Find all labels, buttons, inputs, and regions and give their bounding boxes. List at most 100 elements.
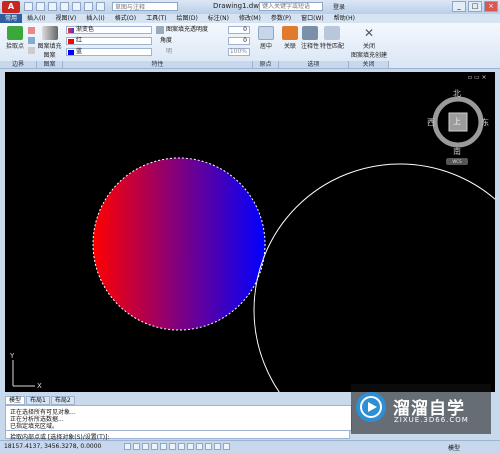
ortho-mode-icon[interactable] [142,443,149,450]
menu-bar: 常用 插入(I) 视图(V) 插入(I) 格式(O) 工具(T) 绘图(D) 标… [0,14,500,23]
menu-item-parameters[interactable]: 参数(P) [266,14,296,23]
pick-points-button[interactable]: 拾取点 [3,26,27,50]
snap-mode-icon[interactable] [124,443,131,450]
watermark-subtitle: ZIXUE.3D66.COM [394,416,469,424]
polar-tracking-icon[interactable] [151,443,158,450]
object-snap-tracking-icon[interactable] [178,443,185,450]
open-file-icon[interactable] [36,2,45,11]
close-panel-footer[interactable]: 关闭 [349,61,389,68]
associative-label: 关联 [283,43,296,50]
model-space-button[interactable]: 模型 [448,443,460,452]
tab-layout1[interactable]: 布局1 [26,395,50,405]
menu-item-help[interactable]: 帮助(H) [329,14,360,23]
close-button[interactable]: × [484,1,498,12]
recreate-boundary-icon[interactable] [28,47,35,54]
application-menu-button[interactable]: A [2,1,20,13]
print-icon[interactable] [72,2,81,11]
gradient-color1-dropdown[interactable]: 红 [66,37,152,45]
minimize-button[interactable]: _ [452,1,466,12]
undo-icon[interactable] [84,2,93,11]
hatch-type-dropdown[interactable]: 渐变色 [66,26,152,34]
hatch-pattern-button[interactable]: 图案填充 图案 [37,26,62,59]
save-icon[interactable] [48,2,57,11]
ucs-x-label: X [37,382,42,390]
gradient-filled-circle[interactable] [92,157,266,331]
redo-icon[interactable] [96,2,105,11]
pattern-panel-footer[interactable]: 图案 [37,61,63,68]
associative-button[interactable]: 关联 [280,26,300,50]
angle-label: 角度 [160,37,173,44]
compass-south[interactable]: 南 [453,146,461,157]
drawing-viewport[interactable]: Y X [5,72,495,392]
viewcube-top-face[interactable]: 上 [453,116,461,127]
origin-panel-footer[interactable]: 原点 [253,61,279,68]
command-line-input[interactable]: 拾取内部点或 [选择对象(S)/设置(T)]: [5,430,350,441]
menu-item-insert[interactable]: 插入(I) [22,14,50,23]
match-properties-icon [324,26,340,40]
menu-home-tab[interactable]: 常用 [0,14,23,23]
menu-item-tools[interactable]: 工具(T) [141,14,171,23]
menu-item-insert-2[interactable]: 插入(I) [81,14,109,23]
wcs-menu[interactable]: WCS [446,158,468,165]
menu-item-format[interactable]: 格式(O) [110,14,141,23]
properties-panel-footer[interactable]: 特性 [63,61,253,68]
remove-boundaries-icon[interactable] [28,37,35,44]
menu-item-modify[interactable]: 修改(M) [234,14,266,23]
select-objects-icon[interactable] [28,27,35,34]
workspace-switcher[interactable]: 草图与注释 [112,2,178,11]
pattern-label-2: 图案 [43,52,56,59]
title-bar: A 草图与注释 Drawing1.dwg 键入关键字或短语 登录 _ □ × [0,0,500,15]
transparency-input[interactable]: 0 [228,26,250,34]
command-history: 正在选择所有可见对象... 正在分析所选数据... 已指定填充区域。 [5,405,352,431]
close-label-1: 关闭 [362,43,375,50]
annotative-label: 注释性 [300,43,319,50]
close-x-icon: ✕ [363,26,375,40]
compass-west[interactable]: 西 [427,117,435,128]
login-button[interactable]: 登录 [333,2,345,11]
match-properties-label: 特性匹配 [320,43,345,50]
pattern-swatch-icon [41,26,58,40]
3d-object-snap-icon[interactable] [169,443,176,450]
layout-tabs: 模型 布局1 布局2 [5,395,76,405]
transparency-label: 图案填充透明度 [166,26,209,33]
watermark-logo-icon [356,392,386,422]
outline-circle[interactable] [253,163,495,392]
angle-input[interactable]: 0 [228,37,250,45]
menu-item-view[interactable]: 视图(V) [50,14,81,23]
dynamic-input-icon[interactable] [196,443,203,450]
lineweight-icon[interactable] [205,443,212,450]
tab-model[interactable]: 模型 [5,395,26,405]
tint-label: 明 [166,48,173,55]
menu-item-window[interactable]: 窗口(W) [296,14,329,23]
menu-item-dimension[interactable]: 标注(N) [203,14,234,23]
red-swatch-icon [68,39,74,44]
compass-east[interactable]: 东 [481,117,489,128]
origin-center-label: 居中 [259,43,272,50]
quick-properties-icon[interactable] [223,443,230,450]
menu-item-draw[interactable]: 绘图(D) [171,14,202,23]
status-bar: 18157.4137, 3456.3278, 0.0000 模型 [0,440,500,453]
maximize-button[interactable]: □ [468,1,482,12]
document-title: Drawing1.dwg [213,2,264,10]
annotative-button[interactable]: 注释性 [300,26,320,50]
dynamic-ucs-icon[interactable] [187,443,194,450]
origin-center-button[interactable]: 居中 [256,26,276,50]
gradient-type-icon [68,28,74,33]
grid-display-icon[interactable] [133,443,140,450]
tint-input[interactable]: 100% [228,48,250,56]
save-as-icon[interactable] [60,2,69,11]
viewcube[interactable]: 北 南 东 西 上 [425,88,491,160]
match-properties-button[interactable]: 特性匹配 [320,26,344,50]
viewport-controls[interactable]: ▫ ▭ × [468,74,487,81]
gradient-color2-dropdown[interactable]: 蓝 [66,48,152,56]
boundary-panel-footer[interactable]: 边界 [0,61,37,68]
search-input[interactable]: 键入关键字或短语 [259,2,323,11]
tab-layout2[interactable]: 布局2 [50,395,75,405]
object-snap-icon[interactable] [160,443,167,450]
options-panel-footer[interactable]: 选项 [279,61,349,68]
new-file-icon[interactable] [24,2,33,11]
close-hatch-creation-button[interactable]: ✕ 关闭 图案填充创建 [350,26,388,59]
transparency-toggle-icon[interactable] [214,443,221,450]
compass-north[interactable]: 北 [453,88,461,99]
gradient-color1-value: 红 [76,37,83,44]
